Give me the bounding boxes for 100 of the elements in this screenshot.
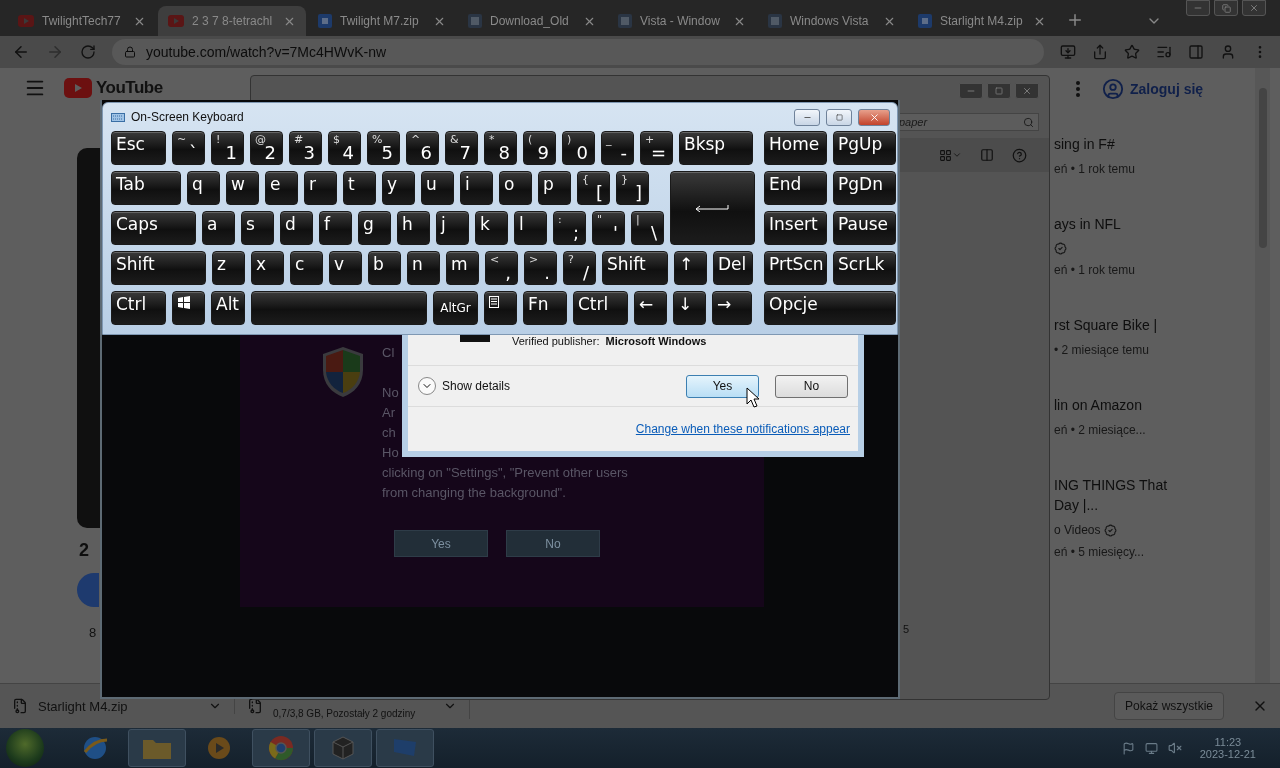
keyboard-key[interactable]: > . [524,251,557,285]
keyboard-key[interactable]: ? / [563,251,596,285]
keyboard-key[interactable]: : ; [553,211,586,245]
reload-button[interactable] [80,44,96,60]
media-button[interactable] [1156,44,1172,60]
view-button[interactable] [939,148,962,162]
channel-avatar[interactable] [77,573,99,607]
keyboard-key[interactable]: Ctrl [573,291,628,325]
dialog-button[interactable]: Yes [686,374,759,398]
keyboard-key[interactable]: ( 9 [523,131,556,165]
restore-button[interactable] [1214,0,1238,16]
keyboard-key[interactable]: w [226,171,259,205]
keyboard-key[interactable]: r [304,171,337,205]
keyboard-key[interactable]: m [446,251,479,285]
minimize-button[interactable] [959,83,983,99]
keyboard-key[interactable]: ScrLk [833,251,896,285]
keyboard-key[interactable]: ← [634,291,667,325]
keyboard-key[interactable]: % 5 [367,131,400,165]
keyboard-key[interactable]: a [202,211,235,245]
keyboard-key[interactable]: → [712,291,752,325]
keyboard-key[interactable]: Ctrl [111,291,166,325]
profile-button[interactable] [1220,44,1236,60]
close-button[interactable] [1015,83,1039,99]
browser-tab[interactable]: Download_Old [458,6,606,36]
settings-link[interactable]: Change when these notifications appear [635,422,850,436]
menu-key[interactable] [484,291,517,325]
keyboard-key[interactable]: Insert [764,211,827,245]
keyboard-key[interactable]: Fn [523,291,567,325]
keyboard-key[interactable]: e [265,171,298,205]
keyboard-key[interactable]: ↓ [673,291,706,325]
keyboard-key[interactable]: Opcje [764,291,896,325]
muted-speaker-icon[interactable] [1167,741,1182,755]
restore-button[interactable] [987,83,1011,99]
flag-icon[interactable] [1121,741,1135,755]
keyboard-key[interactable]: End [764,171,827,205]
forward-button[interactable] [46,43,64,61]
keyboard-key[interactable]: t [343,171,376,205]
show-details-button[interactable]: Show details [418,377,511,395]
keyboard-key[interactable]: n [407,251,440,285]
keyboard-key[interactable]: Shift [111,251,206,285]
keyboard-key[interactable]: y [382,171,415,205]
browser-tab[interactable]: Windows Vista [758,6,906,36]
enter-key[interactable] [670,171,755,245]
minimize-button[interactable] [794,108,820,126]
keyboard-key[interactable]: Caps [111,211,196,245]
keyboard-key[interactable]: @ 2 [250,131,283,165]
keyboard-key[interactable]: p [538,171,571,205]
keyboard-key[interactable]: q [187,171,220,205]
share-button[interactable] [1092,44,1108,60]
keyboard-key[interactable]: c [290,251,323,285]
help-button[interactable] [1012,147,1027,163]
dialog-button[interactable]: No [775,374,848,398]
bookmark-button[interactable] [1124,44,1140,60]
keyboard-key[interactable]: ↑ [674,251,707,285]
keyboard-key[interactable]: ^ 6 [406,131,439,165]
browser-tab[interactable]: Twilight M7.zip [308,6,456,36]
install-button[interactable] [1060,44,1076,60]
browser-tab[interactable]: Starlight M4.zip [908,6,1056,36]
close-button[interactable] [1242,0,1266,16]
keyboard-key[interactable]: } ] [616,171,649,205]
keyboard-key[interactable]: i [460,171,493,205]
keyboard-key[interactable]: b [368,251,401,285]
keyboard-key[interactable]: PrtScn [764,251,827,285]
network-icon[interactable] [1144,741,1158,755]
browser-tab[interactable]: Vista - Window [608,6,756,36]
close-button[interactable] [858,108,890,126]
keyboard-key[interactable]: < , [485,251,518,285]
keyboard-key[interactable]: Bksp [679,131,753,165]
clock[interactable]: 11:23 2023-12-21 [1199,736,1256,760]
keyboard-key[interactable]: v [329,251,362,285]
keyboard-key[interactable]: u [421,171,454,205]
keyboard-key[interactable]: Del [713,251,753,285]
keyboard-key[interactable]: PgUp [833,131,896,165]
scrollbar[interactable] [1255,68,1270,683]
keyboard-key[interactable]: Home [764,131,827,165]
keyboard-key[interactable]: j [436,211,469,245]
keyboard-key[interactable]: ! 1 [211,131,244,165]
minimize-button[interactable] [1186,0,1210,16]
keyboard-key[interactable]: z [212,251,245,285]
keyboard-key[interactable]: PgDn [833,171,896,205]
keyboard-key[interactable]: $ 4 [328,131,361,165]
keyboard-key[interactable]: x [251,251,284,285]
start-button[interactable] [6,729,44,767]
keyboard-key[interactable]: _ - [601,131,634,165]
side-panel-button[interactable] [1188,44,1204,60]
keyboard-key[interactable]: Shift [602,251,668,285]
taskbar-button[interactable] [376,729,434,767]
keyboard-key[interactable]: Pause [833,211,896,245]
dialog-button[interactable]: Yes [394,530,488,557]
taskbar-button[interactable] [252,729,310,767]
keyboard-key[interactable]: # 3 [289,131,322,165]
keyboard-key[interactable]: o [499,171,532,205]
keyboard-key[interactable]: " ' [592,211,625,245]
space-key[interactable] [251,291,427,325]
keyboard-key[interactable]: ) 0 [562,131,595,165]
new-tab-button[interactable] [1066,11,1084,29]
back-button[interactable] [12,43,30,61]
keyboard-key[interactable]: * 8 [484,131,517,165]
keyboard-key[interactable]: AltGr [433,291,478,325]
keyboard-key[interactable]: & 7 [445,131,478,165]
